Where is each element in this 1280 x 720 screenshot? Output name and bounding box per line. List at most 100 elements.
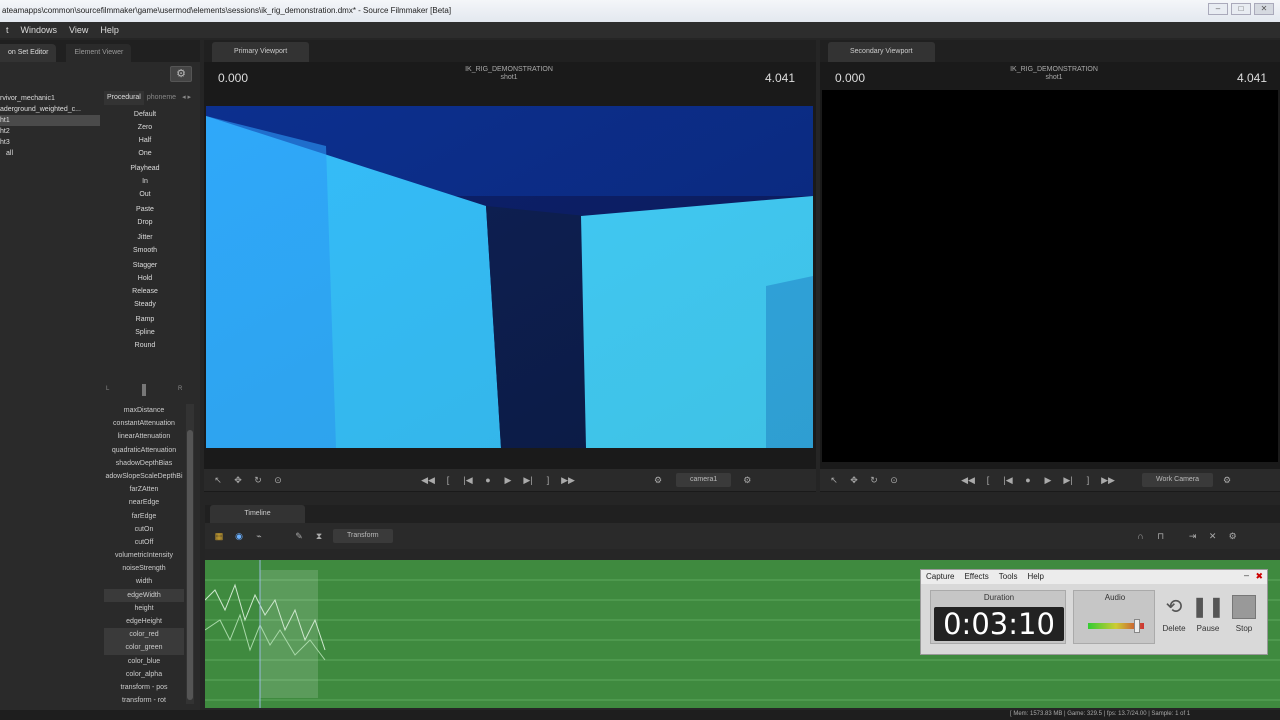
menu-windows[interactable]: Windows <box>15 22 64 38</box>
tab-procedural[interactable]: Procedural <box>104 91 144 105</box>
close-button[interactable]: ✕ <box>1254 3 1274 15</box>
stop-button[interactable]: Stop <box>1227 590 1261 644</box>
graph-editor-icon[interactable]: ⌁ <box>251 529 267 543</box>
proc-drop-button[interactable]: Drop <box>106 216 184 229</box>
attribute-slider[interactable]: transform - rot <box>104 694 184 707</box>
play-icon[interactable]: ▶ <box>500 473 516 487</box>
viewport-gear-icon[interactable]: ⚙ <box>1219 473 1235 487</box>
mark-out-icon[interactable]: ] <box>540 473 556 487</box>
proc-steady-button[interactable]: Steady <box>106 298 184 311</box>
attribute-slider[interactable]: noiseStrength <box>104 562 184 575</box>
primary-viewport-render[interactable] <box>206 106 813 448</box>
list-item[interactable]: ht3 <box>0 137 100 148</box>
record-icon[interactable]: ● <box>480 473 496 487</box>
attribute-slider[interactable]: transform - pos <box>104 681 184 694</box>
proc-playhead-button[interactable]: Playhead <box>106 162 184 175</box>
move-tool-icon[interactable]: ✥ <box>846 473 862 487</box>
transform-dropdown[interactable]: Transform <box>333 529 393 543</box>
mark-in-icon[interactable]: [ <box>980 473 996 487</box>
camera-select-dropdown[interactable]: camera1 <box>676 473 732 487</box>
proc-stagger-button[interactable]: Stagger <box>106 259 184 272</box>
motion-editor-icon[interactable]: ◉ <box>231 529 247 543</box>
slider-handle[interactable] <box>142 384 146 396</box>
delete-button[interactable]: ⟲ Delete <box>1157 590 1191 644</box>
viewport-gear-icon[interactable]: ⚙ <box>739 473 755 487</box>
tab-primary-viewport[interactable]: Primary Viewport <box>212 42 310 62</box>
mark-in-icon[interactable]: [ <box>440 473 456 487</box>
balance-slider[interactable]: L R <box>104 384 182 398</box>
attribute-slider[interactable]: cutOn <box>104 523 184 536</box>
select-tool-icon[interactable]: ↖ <box>210 473 226 487</box>
record-icon[interactable]: ● <box>1020 473 1036 487</box>
fast-forward-icon[interactable]: ▶▶ <box>1100 473 1116 487</box>
capture-minimize-icon[interactable]: – <box>1244 570 1249 580</box>
rotate-tool-icon[interactable]: ↻ <box>250 473 266 487</box>
attribute-slider[interactable]: color_blue <box>104 655 184 668</box>
rewind-icon[interactable]: ◀◀ <box>420 473 436 487</box>
attribute-slider[interactable]: adowSlopeScaleDepthBi <box>104 470 184 483</box>
menu-edit[interactable]: t <box>0 22 15 38</box>
capture-menu-capture[interactable]: Capture <box>921 570 959 584</box>
menu-view[interactable]: View <box>63 22 94 38</box>
pause-button[interactable]: ❚❚ Pause <box>1191 590 1225 644</box>
scale-tool-icon[interactable]: ⊙ <box>270 473 286 487</box>
attribute-slider[interactable]: color_green <box>104 641 184 655</box>
audio-volume-slider[interactable] <box>1134 619 1140 633</box>
attribute-slider[interactable]: maxDistance <box>104 404 184 417</box>
minimize-button[interactable]: – <box>1208 3 1228 15</box>
attribute-slider[interactable]: constantAttenuation <box>104 417 184 430</box>
step-forward-icon[interactable]: ▶| <box>520 473 536 487</box>
camera-settings-icon[interactable]: ⚙ <box>650 473 666 487</box>
proc-half-button[interactable]: Half <box>106 134 184 147</box>
step-back-icon[interactable]: |◀ <box>460 473 476 487</box>
attribute-slider[interactable]: nearEdge <box>104 496 184 509</box>
attribute-slider[interactable]: color_alpha <box>104 668 184 681</box>
play-icon[interactable]: ▶ <box>1040 473 1056 487</box>
proc-in-button[interactable]: In <box>106 175 184 188</box>
snap-frame-icon[interactable]: ⊓ <box>1153 529 1169 543</box>
tab-animation-set-editor[interactable]: on Set Editor <box>0 44 57 62</box>
proc-round-button[interactable]: Round <box>106 339 184 352</box>
snap-icon[interactable]: ∩ <box>1133 529 1149 543</box>
fast-forward-icon[interactable]: ▶▶ <box>560 473 576 487</box>
list-item[interactable]: all <box>0 148 100 159</box>
move-tool-icon[interactable]: ✥ <box>230 473 246 487</box>
list-item[interactable]: ht1 <box>0 115 100 126</box>
capture-menu-effects[interactable]: Effects <box>959 570 993 584</box>
scale-tool-icon[interactable]: ⊙ <box>886 473 902 487</box>
attribute-slider[interactable]: farEdge <box>104 510 184 523</box>
key-tool-icon[interactable]: ✎ <box>291 529 307 543</box>
timeline-gear-icon[interactable]: ⚙ <box>1225 529 1241 543</box>
camera-select-dropdown[interactable]: Work Camera <box>1142 473 1214 487</box>
attribute-slider[interactable]: height <box>104 602 184 615</box>
list-item[interactable]: rvivor_mechanic1 <box>0 93 100 104</box>
attribute-slider[interactable]: cutOff <box>104 536 184 549</box>
attribute-slider[interactable]: farZAtten <box>104 483 184 496</box>
proc-one-button[interactable]: One <box>106 147 184 160</box>
tools-icon[interactable]: ✕ <box>1205 529 1221 543</box>
proc-spline-button[interactable]: Spline <box>106 326 184 339</box>
attribute-slider[interactable]: color_red <box>104 628 184 642</box>
filter-icon[interactable]: ⧗ <box>311 529 327 543</box>
proc-smooth-button[interactable]: Smooth <box>106 244 184 257</box>
proc-out-button[interactable]: Out <box>106 188 184 201</box>
attribute-slider[interactable]: volumetricIntensity <box>104 549 184 562</box>
tab-scroll-icon[interactable]: ◂ ▸ <box>179 91 195 105</box>
tab-timeline[interactable]: Timeline <box>210 505 305 523</box>
attribute-slider[interactable]: linearAttenuation <box>104 430 184 443</box>
timeline-ruler[interactable] <box>205 549 1280 560</box>
proc-ramp-button[interactable]: Ramp <box>106 313 184 326</box>
attribute-slider[interactable]: edgeHeight <box>104 615 184 628</box>
capture-menu-tools[interactable]: Tools <box>994 570 1023 584</box>
clip-editor-icon[interactable]: ▦ <box>211 529 227 543</box>
rewind-icon[interactable]: ◀◀ <box>960 473 976 487</box>
proc-paste-button[interactable]: Paste <box>106 203 184 216</box>
menu-help[interactable]: Help <box>94 22 125 38</box>
step-back-icon[interactable]: |◀ <box>1000 473 1016 487</box>
tab-phoneme[interactable]: phoneme <box>143 91 180 105</box>
tab-element-viewer[interactable]: Element Viewer <box>66 44 132 62</box>
list-item[interactable]: aderground_weighted_c... <box>0 104 100 115</box>
frame-all-icon[interactable]: ⇥ <box>1185 529 1201 543</box>
proc-release-button[interactable]: Release <box>106 285 184 298</box>
list-item[interactable]: ht2 <box>0 126 100 137</box>
